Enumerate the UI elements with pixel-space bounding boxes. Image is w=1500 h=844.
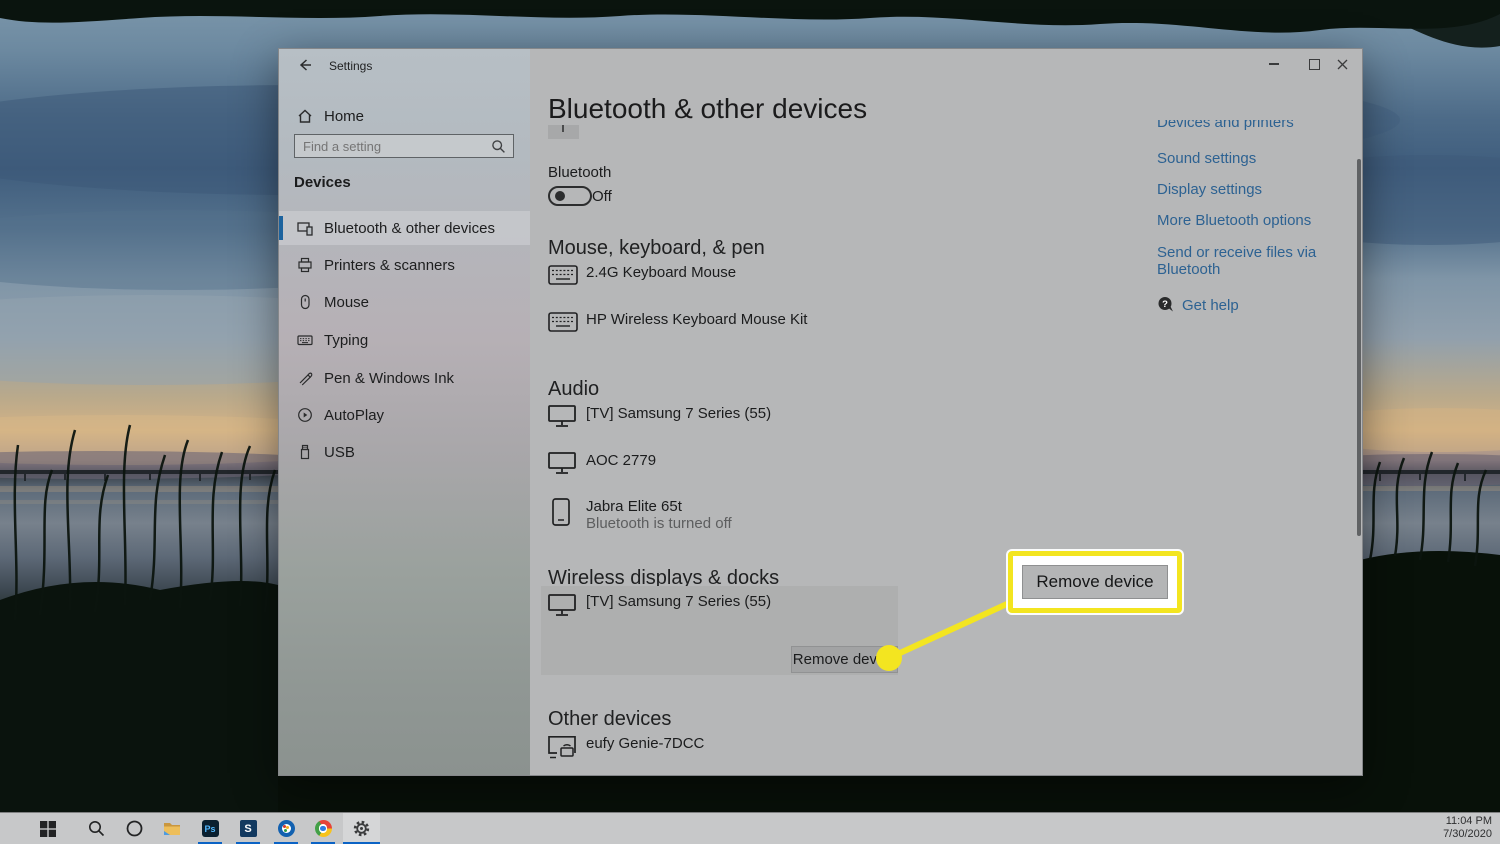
related-link-sound-settings[interactable]: Sound settings	[1157, 150, 1256, 167]
remove-device-callout: Remove device	[1008, 551, 1182, 613]
sidebar-item-usb[interactable]: USB	[279, 435, 530, 469]
keyboard-device-icon	[548, 265, 578, 285]
related-link-display-settings[interactable]: Display settings	[1157, 181, 1262, 198]
sidebar-item-label: Mouse	[324, 293, 370, 311]
related-link-send-receive-files[interactable]: Send or receive files via Bluetooth	[1157, 244, 1362, 278]
sidebar-item-pen-windows-ink[interactable]: Pen & Windows Ink	[279, 361, 530, 395]
snagit-icon: S	[239, 820, 257, 837]
related-link[interactable]: Devices and printers	[1157, 120, 1377, 131]
toggle-knob	[555, 191, 565, 201]
clock-time: 11:04 PM	[1445, 815, 1492, 827]
usb-icon	[297, 444, 313, 460]
cast-device-icon	[548, 735, 576, 759]
earbuds-device-icon	[552, 498, 570, 526]
settings-gear-icon	[353, 820, 370, 837]
keyboard-device-icon	[548, 312, 578, 332]
device-name[interactable]: HP Wireless Keyboard Mouse Kit	[586, 311, 807, 328]
settings-window: Settings Home Devices Bluetooth	[278, 48, 1363, 776]
taskbar: Ps S 11:04 PM 7/30/2020	[0, 812, 1500, 844]
cortana-icon	[126, 820, 142, 837]
close-button[interactable]	[1322, 49, 1362, 79]
clock-date: 7/30/2020	[1443, 828, 1492, 840]
add-device-button-clipped[interactable]	[548, 125, 579, 139]
sidebar-item-printers-scanners[interactable]: Printers & scanners	[279, 248, 530, 282]
page-title: Bluetooth & other devices	[548, 93, 868, 124]
sidebar-item-label: Bluetooth & other devices	[324, 219, 495, 237]
photoshop-icon: Ps	[201, 820, 219, 837]
settings-taskbar-button[interactable]	[343, 813, 380, 844]
photoshop-button[interactable]: Ps	[195, 813, 225, 844]
devices-icon	[297, 220, 313, 236]
callout-dot	[876, 645, 902, 671]
device-name[interactable]: 2.4G Keyboard Mouse	[586, 264, 736, 281]
sidebar-item-label: Typing	[324, 331, 369, 349]
back-arrow-icon[interactable]	[297, 57, 313, 73]
minimize-icon	[1269, 63, 1279, 65]
home-icon	[297, 108, 313, 124]
monitor-device-icon	[548, 405, 576, 427]
sidebar-item-mouse[interactable]: Mouse	[279, 285, 530, 319]
scrollbar-thumb[interactable]	[1357, 159, 1361, 536]
get-help-link[interactable]: Get help	[1182, 297, 1239, 314]
search-icon	[88, 821, 104, 837]
chrome-button[interactable]	[308, 813, 338, 844]
search-input[interactable]	[295, 138, 491, 154]
sidebar-item-autoplay[interactable]: AutoPlay	[279, 398, 530, 432]
device-name[interactable]: eufy Genie-7DCC	[586, 735, 704, 752]
section-title-other-devices: Other devices	[548, 708, 672, 730]
close-icon	[1337, 59, 1347, 69]
sidebar-item-label: USB	[324, 443, 355, 461]
get-help-icon: ?	[1158, 297, 1173, 312]
taskbar-clock[interactable]: 11:04 PM 7/30/2020	[1443, 815, 1492, 841]
question-mark-glyph: ?	[1162, 299, 1168, 310]
device-name[interactable]: Jabra Elite 65t	[586, 498, 682, 515]
keyboard-icon	[297, 332, 313, 348]
window-title: Settings	[329, 59, 373, 73]
taskbar-search-button[interactable]	[81, 813, 111, 844]
sidebar: Settings Home Devices Bluetooth	[279, 49, 530, 775]
mouse-icon	[297, 294, 313, 310]
search-icon	[492, 139, 505, 153]
cortana-button[interactable]	[119, 813, 149, 844]
file-explorer-icon	[164, 823, 180, 835]
sidebar-item-label: Printers & scanners	[324, 256, 455, 274]
monitor-device-icon	[548, 594, 576, 616]
search-box	[294, 134, 514, 158]
blue-circle-app-button[interactable]	[271, 813, 301, 844]
snagit-button[interactable]: S	[233, 813, 263, 844]
sidebar-section-label: Devices	[294, 174, 351, 191]
sidebar-item-label: Pen & Windows Ink	[324, 369, 455, 387]
device-status: Bluetooth is turned off	[586, 515, 732, 532]
printer-icon	[297, 257, 313, 273]
sidebar-item-label: AutoPlay	[324, 406, 385, 424]
chrome-icon	[314, 820, 332, 837]
section-title-audio: Audio	[548, 378, 600, 400]
sidebar-item-bluetooth-other-devices[interactable]: Bluetooth & other devices	[279, 211, 530, 245]
autoplay-icon	[297, 407, 313, 423]
file-explorer-button[interactable]	[157, 813, 187, 844]
related-link-clipped[interactable]: Devices and printers	[1157, 120, 1377, 133]
section-title-mouse-keyboard-pen: Mouse, keyboard, & pen	[548, 237, 765, 259]
maximize-icon	[1308, 58, 1320, 70]
device-name[interactable]: [TV] Samsung 7 Series (55)	[586, 405, 771, 422]
minimize-button[interactable]	[1254, 49, 1294, 79]
bluetooth-toggle-label: Bluetooth	[548, 164, 612, 181]
monitor-device-icon	[548, 452, 576, 474]
device-name[interactable]: AOC 2779	[586, 452, 656, 469]
remove-device-callout-button[interactable]: Remove device	[1022, 565, 1168, 599]
bluetooth-toggle-state: Off	[592, 188, 612, 205]
bluetooth-toggle[interactable]	[548, 186, 592, 206]
selected-device-name[interactable]: [TV] Samsung 7 Series (55)	[586, 593, 771, 610]
windows-logo-icon	[40, 820, 56, 837]
sidebar-item-typing[interactable]: Typing	[279, 323, 530, 357]
related-link-more-bluetooth-options[interactable]: More Bluetooth options	[1157, 212, 1311, 229]
sidebar-item-home[interactable]: Home	[279, 99, 530, 133]
start-button[interactable]	[33, 813, 63, 844]
blue-circle-app-icon	[277, 820, 295, 837]
pen-icon	[297, 370, 313, 386]
desktop: Settings Home Devices Bluetooth	[0, 0, 1500, 844]
sidebar-item-label: Home	[324, 107, 365, 125]
